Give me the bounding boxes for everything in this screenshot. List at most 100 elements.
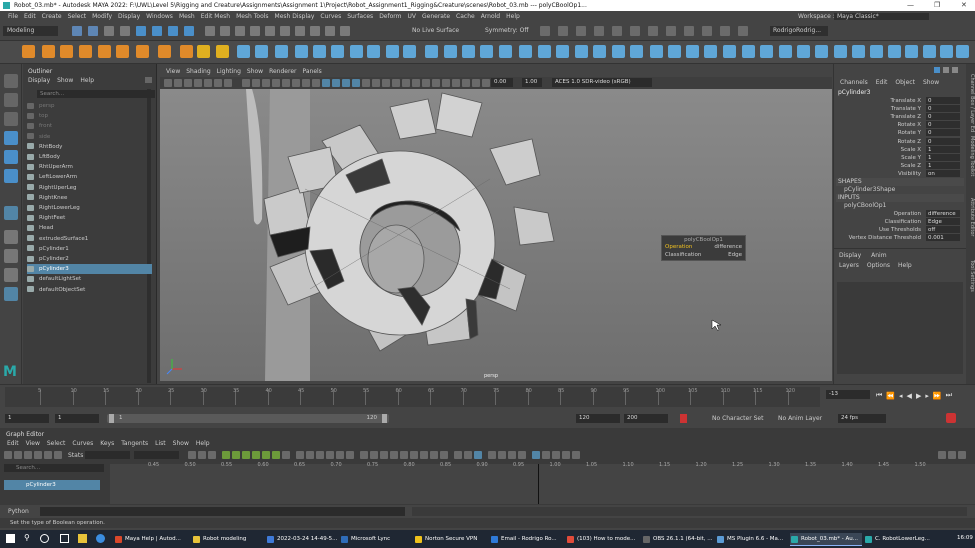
snap-point-icon[interactable] <box>235 26 245 36</box>
status-tool-icon[interactable] <box>576 26 586 36</box>
live-surface-label[interactable]: No Live Surface <box>412 27 459 35</box>
snap-curve-icon[interactable] <box>220 26 230 36</box>
graph-editor-tool-icon[interactable] <box>938 451 946 459</box>
outliner-menu-help[interactable]: Help <box>80 77 94 84</box>
poly-cube-icon[interactable] <box>42 45 55 58</box>
graph-editor-tool-icon[interactable] <box>336 451 344 459</box>
menu-mesh-tools[interactable]: Mesh Tools <box>236 11 268 22</box>
graph-editor-tool-icon[interactable] <box>232 451 240 459</box>
graph-editor-tool-icon[interactable] <box>296 451 304 459</box>
range-bar[interactable]: 1 120 <box>107 414 389 423</box>
menu-curves[interactable]: Curves <box>320 11 341 22</box>
taskbar-item[interactable]: (103) How to mode... <box>566 533 638 546</box>
layer-menu-layers[interactable]: Layers <box>839 262 859 269</box>
viewport-tool-icon[interactable] <box>372 79 380 87</box>
menu-cache[interactable]: Cache <box>456 11 475 22</box>
status-tool-icon[interactable] <box>558 26 568 36</box>
taskbar-item[interactable]: Maya Help | Autod... <box>114 533 188 546</box>
outliner-item[interactable]: front <box>27 121 152 131</box>
channelbox-menu-channels[interactable]: Channels <box>840 79 868 86</box>
outliner-menu-display[interactable]: Display <box>28 77 50 84</box>
history-icon[interactable] <box>280 26 290 36</box>
merge-icon[interactable] <box>403 45 416 58</box>
windows-start-icon[interactable] <box>6 534 15 543</box>
menu-mesh-display[interactable]: Mesh Display <box>275 11 315 22</box>
input-channel-row[interactable]: Vertex Distance Threshold 0.001 <box>838 234 960 242</box>
save-scene-icon[interactable] <box>104 26 114 36</box>
menu-display[interactable]: Display <box>118 11 140 22</box>
viewport-tool-icon[interactable] <box>452 79 460 87</box>
graph-editor-tool-icon[interactable] <box>316 451 324 459</box>
channel-row[interactable]: Scale Y 1 <box>838 153 960 162</box>
menu-edit[interactable]: Edit <box>24 11 36 22</box>
menu-mesh[interactable]: Mesh <box>179 11 195 22</box>
select-hierarchy-icon[interactable] <box>136 26 146 36</box>
graph-editor-menu-list[interactable]: List <box>155 440 166 447</box>
delete-edge-icon[interactable] <box>444 45 457 58</box>
outliner-item[interactable]: defaultObjectSet <box>27 285 152 295</box>
graph-editor-tool-icon[interactable] <box>262 451 270 459</box>
graph-editor-tool-icon[interactable] <box>958 451 966 459</box>
snap-plane-icon[interactable] <box>250 26 260 36</box>
outliner-item[interactable]: RightFeet <box>27 213 152 223</box>
channel-row[interactable]: Rotate X 0 <box>838 121 960 129</box>
graph-editor-tool-icon[interactable] <box>14 451 22 459</box>
graph-editor-tool-icon[interactable] <box>370 451 378 459</box>
reverse-normal-icon[interactable] <box>940 45 953 58</box>
viewport-tool-icon[interactable] <box>392 79 400 87</box>
viewport-menu-renderer[interactable]: Renderer <box>269 67 296 77</box>
channel-row[interactable]: Scale X 1 <box>838 145 960 154</box>
menu-surfaces[interactable]: Surfaces <box>347 11 373 22</box>
channel-row[interactable]: Translate Y 0 <box>838 105 960 113</box>
select-object-icon[interactable] <box>152 26 162 36</box>
camera-uv-icon[interactable] <box>612 45 625 58</box>
outliner-menu-show[interactable]: Show <box>57 77 73 84</box>
step-forward-key-icon[interactable]: ⏩ <box>933 392 942 400</box>
side-tab[interactable]: Tool Settings <box>967 260 975 318</box>
graph-editor-tool-icon[interactable] <box>420 451 428 459</box>
viewport-tool-icon[interactable] <box>422 79 430 87</box>
channel-value[interactable]: 0 <box>926 121 960 129</box>
poly-plane-icon[interactable] <box>116 45 129 58</box>
outliner-item[interactable]: side <box>27 132 152 142</box>
taskbar-item[interactable]: 2022-03-24 14-49-5... <box>266 533 337 546</box>
status-tool-icon[interactable] <box>648 26 658 36</box>
unfold-icon[interactable] <box>704 45 717 58</box>
outliner-item[interactable]: RightLowerLeg <box>27 203 152 213</box>
viewport-tool-icon[interactable] <box>272 79 280 87</box>
smooth-icon[interactable] <box>275 45 288 58</box>
viewport-menu-show[interactable]: Show <box>247 67 263 77</box>
multi-cut-icon[interactable] <box>462 45 475 58</box>
graph-editor-tool-icon[interactable] <box>4 451 12 459</box>
hud-classification-value[interactable]: Edge <box>728 252 742 258</box>
layout-side-by-side-icon[interactable] <box>4 249 18 263</box>
workspace-dropdown[interactable]: Maya Classic* <box>834 13 929 20</box>
command-input[interactable] <box>40 507 405 516</box>
layer-menu-options[interactable]: Options <box>867 262 890 269</box>
graph-editor-tool-icon[interactable] <box>208 451 216 459</box>
auto-key-icon[interactable] <box>680 414 687 423</box>
symmetrize-icon[interactable] <box>888 45 901 58</box>
input-channel-row[interactable]: Classification Edge <box>838 218 960 226</box>
menu-modify[interactable]: Modify <box>92 11 112 22</box>
menuset-dropdown[interactable]: Modeling <box>3 26 58 36</box>
lock-selection-icon[interactable] <box>184 26 194 36</box>
channel-value[interactable]: 1 <box>926 161 960 169</box>
render-icon[interactable] <box>295 26 305 36</box>
boolean-icon[interactable] <box>295 45 308 58</box>
outliner-item[interactable]: pCylinder1 <box>27 244 152 254</box>
graph-editor-search-input[interactable]: Search... <box>4 464 104 472</box>
select-tool-icon[interactable] <box>4 74 18 88</box>
channel-value[interactable]: Edge <box>926 218 960 226</box>
viewport-tool-icon[interactable] <box>282 79 290 87</box>
viewport-tool-icon[interactable] <box>412 79 420 87</box>
graph-editor-item[interactable]: pCylinder3 <box>4 480 100 490</box>
viewport-tool-icon[interactable] <box>362 79 370 87</box>
maximize-button[interactable]: ❐ <box>934 0 940 11</box>
menu-file[interactable]: File <box>8 11 18 22</box>
graph-editor-tool-icon[interactable] <box>542 451 550 459</box>
viewport-tool-icon[interactable] <box>214 79 222 87</box>
graph-editor-tool-icon[interactable] <box>24 451 32 459</box>
viewport-tool-icon[interactable] <box>432 79 440 87</box>
spherical-uv-icon[interactable] <box>686 45 699 58</box>
